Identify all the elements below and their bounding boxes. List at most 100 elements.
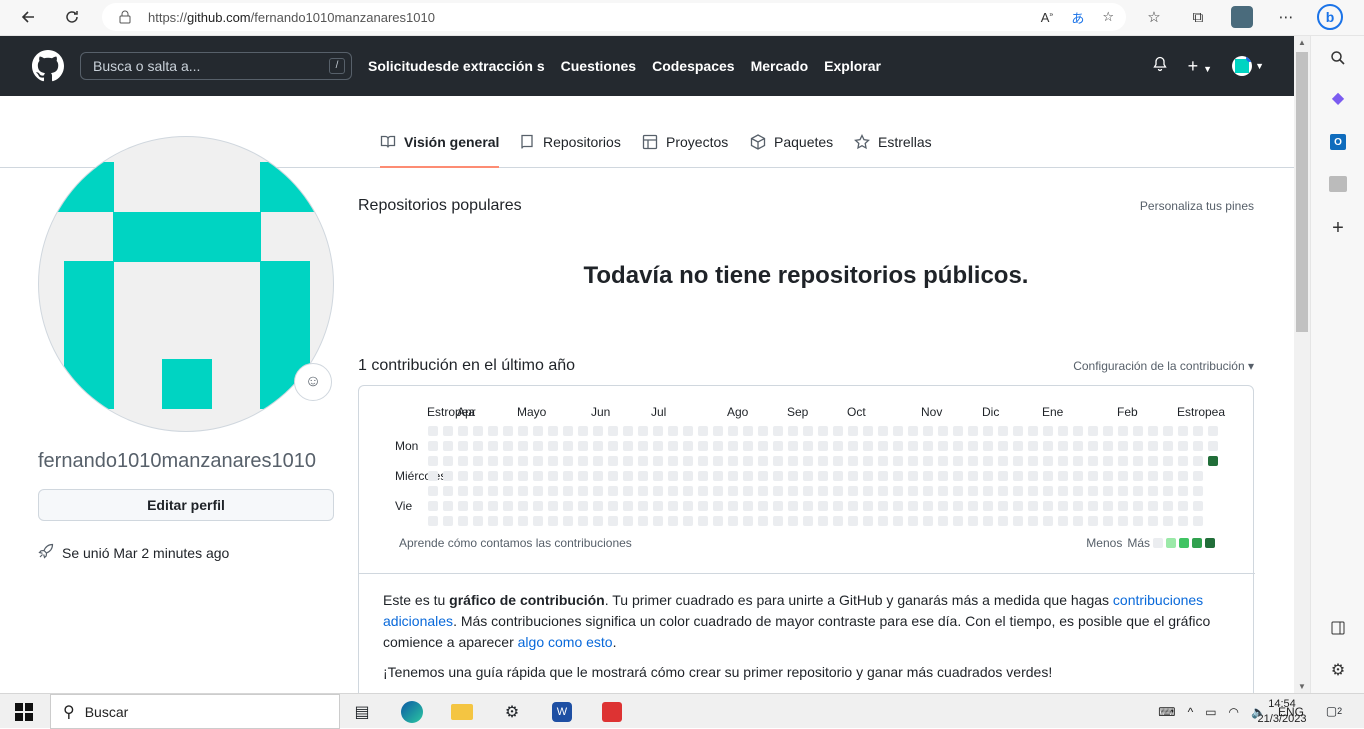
contribution-day[interactable]	[1193, 441, 1203, 451]
contribution-day[interactable]	[878, 471, 888, 481]
contribution-day[interactable]	[1013, 441, 1023, 451]
contribution-day[interactable]	[638, 516, 648, 526]
contribution-day[interactable]	[593, 456, 603, 466]
contribution-day[interactable]	[893, 426, 903, 436]
contribution-day[interactable]	[518, 516, 528, 526]
contribution-day[interactable]	[983, 441, 993, 451]
contribution-day[interactable]	[428, 441, 438, 451]
tab-overview[interactable]: Visión general	[380, 134, 500, 168]
create-new-button[interactable]: + ▼	[1188, 56, 1212, 77]
contribution-day[interactable]	[878, 501, 888, 511]
contribution-day[interactable]	[1103, 441, 1113, 451]
search-icon[interactable]	[1328, 48, 1348, 68]
notification-icon[interactable]: ▢ 2	[1322, 700, 1346, 722]
app-icon[interactable]	[1328, 174, 1348, 194]
contribution-day[interactable]	[1193, 426, 1203, 436]
contribution-day[interactable]	[1133, 501, 1143, 511]
contribution-day[interactable]	[623, 441, 633, 451]
contribution-day[interactable]	[503, 486, 513, 496]
contribution-day[interactable]	[713, 516, 723, 526]
contribution-day[interactable]	[683, 426, 693, 436]
contribution-day[interactable]	[443, 441, 453, 451]
contribution-day[interactable]	[1103, 471, 1113, 481]
contribution-day[interactable]	[473, 501, 483, 511]
contribution-day[interactable]	[548, 471, 558, 481]
contribution-day[interactable]	[638, 456, 648, 466]
contribution-day[interactable]	[1058, 471, 1068, 481]
contribution-day[interactable]	[968, 516, 978, 526]
contribution-day[interactable]	[818, 516, 828, 526]
contribution-day[interactable]	[668, 441, 678, 451]
contribution-day[interactable]	[563, 456, 573, 466]
contribution-day[interactable]	[1073, 501, 1083, 511]
contribution-day[interactable]	[1088, 486, 1098, 496]
contribution-day[interactable]	[938, 486, 948, 496]
contribution-day[interactable]	[833, 486, 843, 496]
contribution-day[interactable]	[803, 486, 813, 496]
more-icon[interactable]: ⋯	[1272, 3, 1300, 31]
contribution-day[interactable]	[1088, 516, 1098, 526]
contribution-day[interactable]	[878, 516, 888, 526]
contribution-day[interactable]	[1058, 486, 1068, 496]
contribution-day[interactable]	[1088, 456, 1098, 466]
contribution-day[interactable]	[893, 471, 903, 481]
contribution-day[interactable]	[503, 441, 513, 451]
contribution-day[interactable]	[908, 471, 918, 481]
contribution-day[interactable]	[983, 501, 993, 511]
contribution-day[interactable]	[908, 516, 918, 526]
contribution-day[interactable]	[923, 426, 933, 436]
contribution-day[interactable]	[728, 471, 738, 481]
contribution-day[interactable]	[683, 516, 693, 526]
add-icon[interactable]: +	[1328, 217, 1348, 239]
contribution-day[interactable]	[1073, 486, 1083, 496]
contribution-day[interactable]	[848, 456, 858, 466]
contribution-day[interactable]	[743, 486, 753, 496]
contribution-day[interactable]	[1208, 426, 1218, 436]
contribution-day[interactable]	[938, 426, 948, 436]
contribution-day[interactable]	[683, 486, 693, 496]
contribution-day[interactable]	[1148, 441, 1158, 451]
contribution-day[interactable]	[638, 441, 648, 451]
contribution-day[interactable]	[788, 471, 798, 481]
contribution-day[interactable]	[608, 441, 618, 451]
tab-packages[interactable]: Paquetes	[750, 134, 833, 168]
edit-profile-button[interactable]: Editar perfil	[38, 489, 334, 521]
contribution-day[interactable]	[578, 486, 588, 496]
contribution-day[interactable]	[458, 486, 468, 496]
contribution-day[interactable]	[1118, 516, 1128, 526]
windows-start-icon[interactable]	[0, 694, 48, 729]
contribution-day[interactable]	[1118, 486, 1128, 496]
contribution-day[interactable]	[923, 486, 933, 496]
contribution-day[interactable]	[848, 501, 858, 511]
contribution-day[interactable]	[833, 426, 843, 436]
contribution-day[interactable]	[428, 501, 438, 511]
contribution-day[interactable]	[1133, 471, 1143, 481]
contribution-day[interactable]	[833, 471, 843, 481]
contribution-day[interactable]	[1103, 516, 1113, 526]
contribution-day[interactable]	[803, 516, 813, 526]
contribution-day[interactable]	[1133, 516, 1143, 526]
contribution-day[interactable]	[698, 486, 708, 496]
contribution-day[interactable]	[773, 501, 783, 511]
contribution-day[interactable]	[818, 471, 828, 481]
contribution-settings-dropdown[interactable]: Configuración de la contribución ▾	[1073, 359, 1254, 373]
contribution-day[interactable]	[458, 471, 468, 481]
contribution-day[interactable]	[503, 501, 513, 511]
contribution-day[interactable]	[608, 501, 618, 511]
contribution-day[interactable]	[668, 426, 678, 436]
contribution-day[interactable]	[923, 441, 933, 451]
contribution-day[interactable]	[1118, 471, 1128, 481]
nav-marketplace[interactable]: Mercado	[751, 58, 809, 74]
contribution-day[interactable]	[938, 441, 948, 451]
contribution-day[interactable]	[1028, 486, 1038, 496]
contribution-day[interactable]	[428, 456, 438, 466]
contribution-day[interactable]	[578, 501, 588, 511]
lock-icon[interactable]	[118, 10, 132, 24]
contribution-day[interactable]	[833, 516, 843, 526]
contribution-day[interactable]	[893, 486, 903, 496]
contribution-day[interactable]	[443, 501, 453, 511]
contribution-day[interactable]	[758, 426, 768, 436]
contribution-day[interactable]	[698, 456, 708, 466]
contribution-day[interactable]	[983, 486, 993, 496]
task-view-icon[interactable]: ▤	[344, 694, 380, 729]
